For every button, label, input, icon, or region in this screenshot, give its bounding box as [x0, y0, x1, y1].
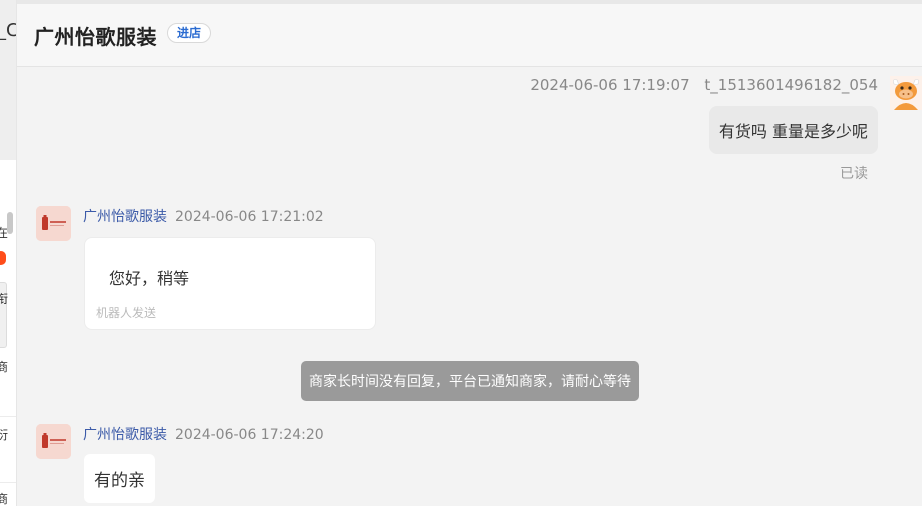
shop-logo-avatar-icon[interactable]: [36, 206, 71, 241]
conversation-list-scrollbar[interactable]: [7, 212, 13, 234]
unread-badge: [0, 251, 6, 265]
user-message-bubble[interactable]: 有货吗 重量是多少呢: [708, 106, 878, 154]
chat-header: 广州怡歌服装 进店: [17, 4, 922, 67]
shop-message-bubble[interactable]: 您好，稍等 机器人发送: [84, 237, 376, 330]
shop-message-header: 广州怡歌服装 2024-06-06 17:21:02: [83, 206, 324, 226]
message-timestamp: 2024-06-06 17:19:07: [530, 76, 690, 94]
message-timestamp: 2024-06-06 17:21:02: [175, 209, 324, 225]
shop-message-header: 广州怡歌服装 2024-06-06 17:24:20: [83, 424, 324, 444]
conversation-list-divider: [0, 416, 16, 417]
shop-logo-avatar-icon[interactable]: [36, 424, 71, 459]
shop-message-bubble[interactable]: 有的亲: [84, 454, 155, 503]
sender-name: 广州怡歌服装: [83, 427, 167, 443]
conversation-list-fragment: 商: [0, 492, 8, 506]
message-timestamp: 2024-06-06 17:24:20: [175, 427, 324, 443]
store-name: 广州怡歌服装: [34, 25, 157, 49]
enter-store-button[interactable]: 进店: [167, 23, 212, 43]
message-user-id: t_1513601496182_054: [704, 76, 878, 94]
conversation-list-panel[interactable]: _C 在 衔 商 衍 商: [0, 0, 17, 506]
cartoon-bull-avatar-icon[interactable]: [890, 76, 922, 110]
message-text: 您好，稍等: [109, 269, 190, 288]
robot-sent-label: 机器人发送: [96, 306, 157, 320]
conversation-list-divider: [0, 482, 16, 483]
conversation-list-fragment: 商: [0, 360, 8, 374]
message-list[interactable]: 2024-06-06 17:19:07 t_1513601496182_054 …: [17, 67, 922, 506]
conversation-list-fragment: 衔: [0, 292, 8, 306]
sender-name: 广州怡歌服装: [83, 209, 167, 225]
user-message-meta: 2024-06-06 17:19:07 t_1513601496182_054: [530, 76, 878, 94]
conversation-list-fragment: _C: [0, 20, 16, 41]
conversation-list-fragment: 衍: [0, 428, 8, 442]
read-status: 已读: [840, 166, 868, 182]
system-notice: 商家长时间没有回复，平台已通知商家，请耐心等待: [301, 361, 639, 401]
chat-window: _C 在 衔 商 衍 商 广州怡歌服装 进店 2024-06-06 17:19:…: [0, 0, 922, 506]
